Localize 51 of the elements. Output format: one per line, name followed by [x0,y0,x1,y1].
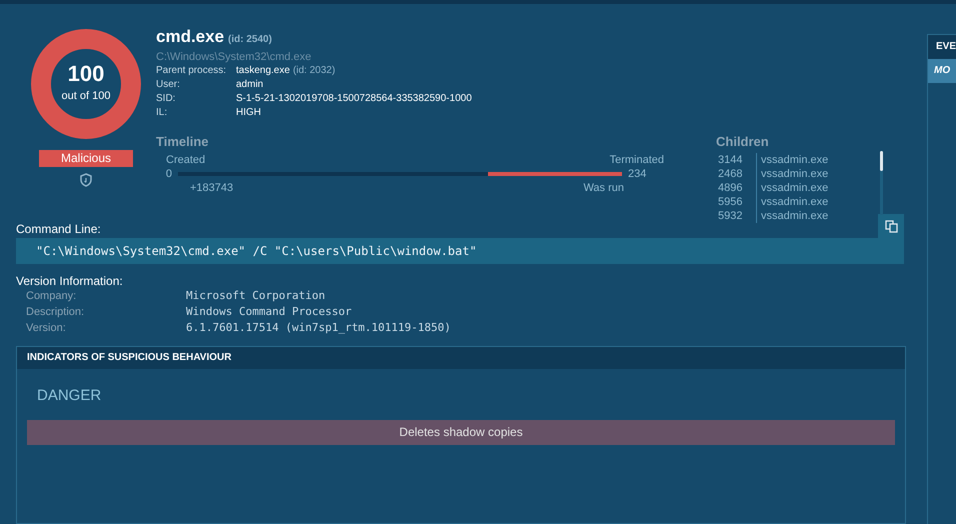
process-name: cmd.exe [156,26,224,48]
timeline-label: Created [166,153,206,167]
child-pid: 5932 [717,209,744,223]
timeline-label: Was run [583,181,624,195]
timeline-value: 234 [628,167,646,181]
field-label: User: [156,78,181,92]
timeline-title: Timeline [156,132,210,150]
child-name: vssadmin.exe [756,209,828,223]
field-label: IL: [156,106,168,120]
timeline-offset: +183743 [190,181,234,195]
process-path: C:\Windows\System32\cmd.exe [156,50,312,64]
child-name: vssadmin.exe [756,153,828,167]
indicator-item: Deletes shadow copies [27,420,895,444]
children-title: Children [716,132,770,150]
field-label: SID: [156,92,176,106]
score-caption: out of 100 [62,89,110,104]
info-label: Version: [26,321,67,336]
child-name: vssadmin.exe [756,167,828,181]
field-value: admin [236,78,264,92]
info-value: 6.1.7601.17514 (win7sp1_rtm.101119-1850) [186,320,451,336]
process-id: (id: 2540) [228,33,272,47]
child-name: vssadmin.exe [756,195,828,209]
section-title: Command Line: [16,222,101,236]
timeline-value: 0 [164,167,172,181]
child-pid: 2468 [717,167,744,181]
field-value: HIGH [236,106,261,120]
command-line-field: "C:\Windows\System32\cmd.exe" /C "C:\users\Public\window.bat" [16,238,904,264]
child-pid: 5956 [717,195,744,209]
copy-button[interactable] [878,214,904,238]
info-label: Description: [26,305,86,320]
danger-heading: DANGER [36,386,102,406]
field-value: (id: 2032) [292,64,336,78]
field-value: taskeng.exe [236,64,290,78]
child-name: vssadmin.exe [756,181,828,195]
verdict-badge: Malicious [39,150,133,167]
field-label: Parent process: [156,64,228,78]
field-value: S-1-5-21-1302019708-1500728564-335382590-1000 [236,92,472,106]
timeline-label: Terminated [610,153,664,167]
panel-header: EVE [928,35,956,59]
section-title: Version Information: [16,274,124,288]
panel-header: INDICATORS OF SUSPICIOUS BEHAVIOUR [17,347,905,369]
info-value: Microsoft Corporation [186,288,326,304]
info-label: Company: [26,289,78,304]
panel-tab[interactable]: MO [928,59,956,83]
score-value: 100 [68,63,104,86]
info-value: Windows Command Processor [186,304,352,320]
scrollbar[interactable] [880,151,883,215]
copy-icon [884,220,898,232]
child-pid: 3144 [717,153,744,167]
shield-icon [80,173,92,187]
child-pid: 4896 [717,181,744,195]
